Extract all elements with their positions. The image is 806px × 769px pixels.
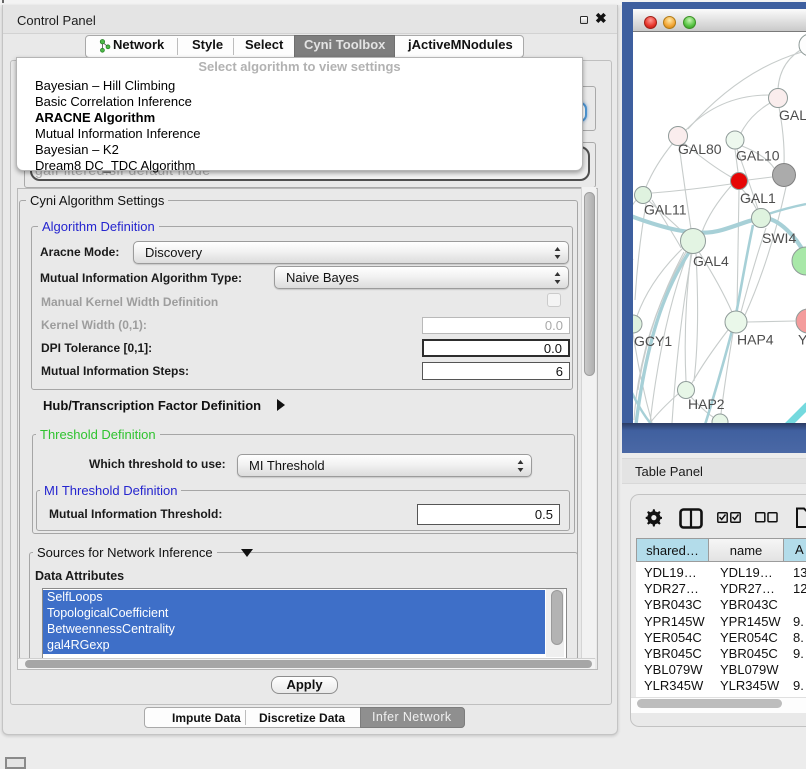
svg-text:GAL4: GAL4	[693, 253, 729, 269]
svg-text:GAL8: GAL8	[779, 107, 806, 123]
svg-text:GAL1: GAL1	[740, 190, 776, 206]
svg-text:GCY1: GCY1	[634, 333, 672, 349]
svg-text:GAL10: GAL10	[736, 148, 780, 164]
svg-text:SWI4: SWI4	[762, 230, 796, 246]
svg-text:HAP4: HAP4	[737, 332, 774, 348]
svg-text:HAP2: HAP2	[688, 396, 725, 412]
svg-text:Y: Y	[798, 332, 806, 348]
svg-text:GAL11: GAL11	[644, 202, 687, 218]
svg-text:GAL80: GAL80	[678, 141, 722, 157]
